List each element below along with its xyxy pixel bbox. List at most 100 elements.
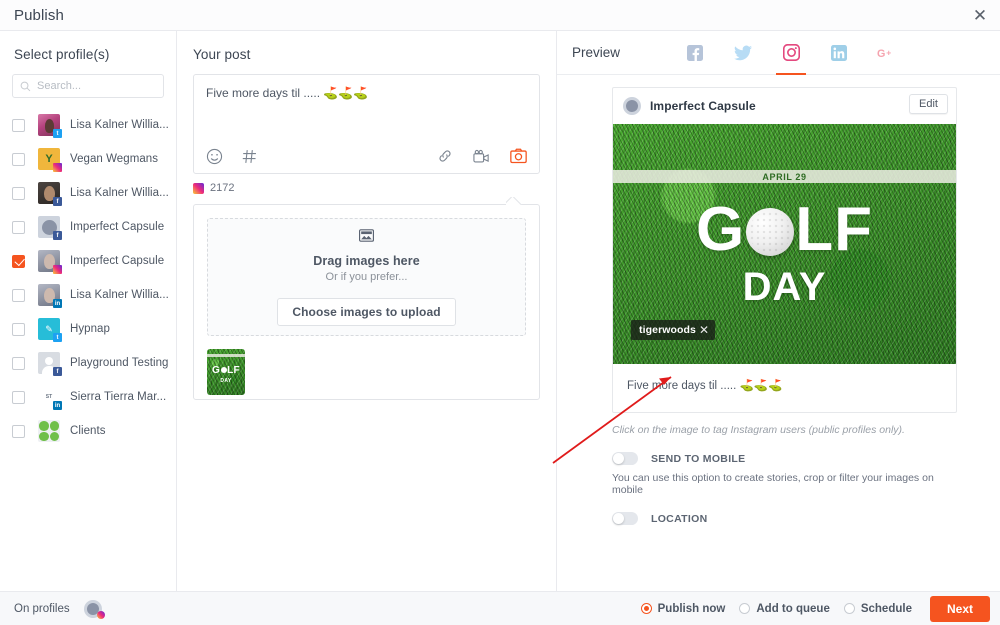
profile-name: Lisa Kalner Willia... — [70, 187, 169, 199]
tab-instagram[interactable] — [767, 31, 815, 75]
twitter-badge-icon: t — [53, 333, 62, 342]
golf-ball-icon — [746, 208, 795, 256]
profile-row[interactable]: Clients — [0, 414, 176, 448]
facebook-badge-icon: f — [53, 197, 62, 206]
radio-schedule-input[interactable] — [843, 603, 855, 614]
network-tabs: G + — [671, 31, 911, 75]
instagram-badge-icon — [96, 610, 105, 619]
profile-name: Hypnap — [70, 323, 110, 335]
profile-row[interactable]: f Playground Testing — [0, 346, 176, 380]
profile-checkbox[interactable] — [12, 356, 25, 370]
profile-row[interactable]: ✎ t Hypnap — [0, 312, 176, 346]
profile-name: Lisa Kalner Willia... — [70, 289, 169, 301]
preview-card: Imperfect Capsule Edit APRIL 29 G LF DAY … — [612, 87, 957, 413]
profile-checkbox[interactable] — [12, 390, 25, 404]
radio-publish-now[interactable]: Publish now — [640, 603, 725, 615]
image-subline: DAY — [742, 265, 827, 309]
linkedin-badge-icon: in — [53, 401, 62, 410]
search-wrapper — [0, 62, 176, 98]
instagram-icon — [193, 182, 204, 194]
thumb-headline: G LF — [212, 365, 240, 376]
compose-textarea[interactable]: Five more days til ..... ⛳⛳⛳ — [194, 75, 539, 112]
emoji-icon[interactable] — [206, 148, 223, 165]
avatar: f — [38, 352, 62, 376]
option-send-to-mobile[interactable]: SEND TO MOBILE — [612, 452, 957, 465]
profile-checkbox[interactable] — [12, 288, 25, 302]
profile-row[interactable]: f Imperfect Capsule — [0, 210, 176, 244]
dropzone[interactable]: Drag images here Or if you prefer... Cho… — [207, 218, 526, 336]
profile-name: Clients — [70, 425, 106, 437]
image-placeholder-icon — [358, 228, 375, 247]
profile-checkbox[interactable] — [12, 424, 25, 438]
profile-row[interactable]: t Lisa Kalner Willia... — [0, 108, 176, 142]
send-to-mobile-toggle[interactable] — [612, 452, 638, 465]
tag-hint: Click on the image to tag Instagram user… — [612, 424, 905, 436]
radio-add-to-queue-input[interactable] — [739, 603, 751, 614]
avatar — [38, 420, 60, 442]
profile-checkbox[interactable] — [12, 220, 25, 234]
video-icon[interactable] — [473, 149, 490, 164]
caret-decoration — [506, 197, 522, 205]
facebook-icon — [687, 44, 704, 61]
preview-account-name: Imperfect Capsule — [650, 99, 756, 113]
search-box[interactable] — [12, 74, 164, 98]
dropzone-subtitle: Or if you prefer... — [325, 270, 408, 283]
tab-linkedin[interactable] — [815, 31, 863, 74]
send-to-mobile-description: You can use this option to create storie… — [612, 472, 934, 496]
profile-row[interactable]: in Lisa Kalner Willia... — [0, 278, 176, 312]
edit-button[interactable]: Edit — [909, 94, 948, 114]
tab-twitter[interactable] — [719, 31, 767, 74]
option-location[interactable]: LOCATION — [612, 512, 957, 525]
profile-name: Playground Testing — [70, 357, 169, 369]
close-icon[interactable]: ✕ — [968, 4, 992, 28]
location-toggle[interactable] — [612, 512, 638, 525]
close-icon[interactable]: ✕ — [699, 324, 709, 336]
linkedin-icon — [831, 44, 848, 61]
search-input[interactable] — [37, 80, 156, 92]
facebook-badge-icon: f — [53, 367, 62, 376]
profile-checkbox[interactable] — [12, 186, 25, 200]
linkedin-badge-icon: in — [53, 299, 62, 308]
radio-publish-now-input[interactable] — [640, 603, 652, 614]
profile-row[interactable]: f Lisa Kalner Willia... — [0, 176, 176, 210]
compose-box[interactable]: Five more days til ..... ⛳⛳⛳ — [193, 74, 540, 174]
avatar: in — [38, 284, 62, 308]
tab-googleplus[interactable]: G + — [863, 31, 911, 74]
image-user-tag[interactable]: tigerwoods ✕ — [631, 320, 716, 340]
radio-schedule[interactable]: Schedule — [843, 602, 912, 615]
avatar: Y — [38, 148, 62, 172]
avatar-image — [38, 420, 60, 442]
hashtag-icon[interactable] — [241, 148, 258, 165]
preview-image[interactable]: APRIL 29 G LF DAY tigerwoods ✕ — [613, 124, 956, 364]
title-bar: Publish ✕ — [0, 0, 1000, 31]
profile-row[interactable]: Y Vegan Wegmans — [0, 142, 176, 176]
radio-add-to-queue[interactable]: Add to queue — [739, 603, 830, 615]
on-profiles-label: On profiles — [14, 602, 70, 615]
profile-checkbox[interactable] — [12, 152, 25, 166]
next-button[interactable]: Next — [929, 595, 990, 622]
choose-images-button[interactable]: Choose images to upload — [277, 297, 456, 326]
radio-schedule-label: Schedule — [860, 602, 912, 615]
avatar: ✎ t — [38, 318, 62, 342]
profile-row[interactable]: ST in Sierra Tierra Mar... — [0, 380, 176, 414]
facebook-badge-icon: f — [53, 231, 62, 240]
avatar: t — [38, 114, 62, 138]
char-counter-value: 2172 — [210, 182, 235, 194]
profile-checkbox[interactable] — [12, 322, 25, 336]
profiles-panel: Select profile(s) t Lisa Kalner Willia...… — [0, 31, 177, 591]
tab-facebook[interactable] — [671, 31, 719, 74]
dropzone-title: Drag images here — [313, 253, 420, 268]
char-counter: 2172 — [193, 182, 556, 194]
profile-checkbox[interactable] — [12, 118, 25, 132]
preview-caption: Five more days til ..... ⛳⛳⛳ — [627, 380, 783, 392]
send-to-mobile-label: SEND TO MOBILE — [651, 452, 746, 465]
instagram-icon — [782, 44, 800, 61]
instagram-badge-icon — [53, 265, 62, 274]
post-heading: Your post — [193, 47, 251, 62]
attachment-thumbnail[interactable]: G LF DAY — [207, 349, 245, 395]
image-icon[interactable] — [510, 148, 527, 164]
link-icon[interactable] — [437, 148, 453, 164]
profile-checkbox[interactable] — [12, 254, 25, 268]
profile-row[interactable]: Imperfect Capsule — [0, 244, 176, 278]
avatar: ST in — [38, 386, 62, 410]
